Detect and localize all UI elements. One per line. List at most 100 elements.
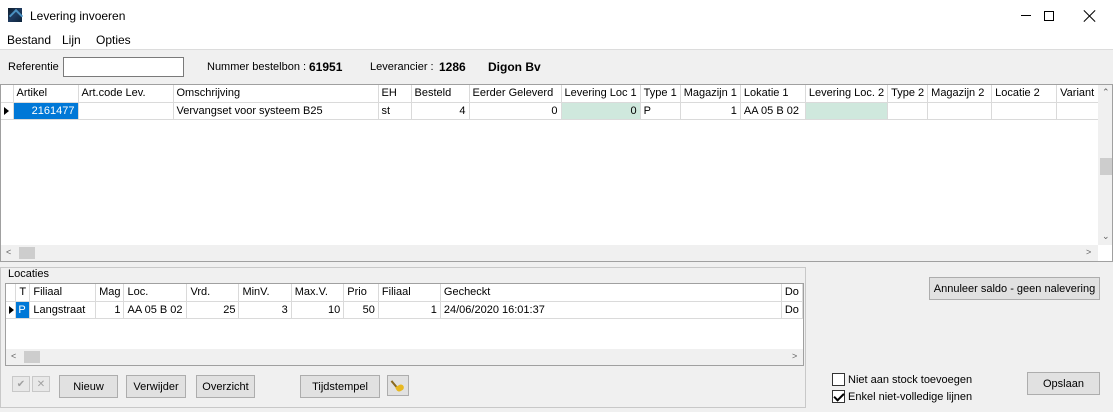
scroll-thumb[interactable]: [24, 351, 40, 363]
cell-locatie-2[interactable]: [991, 102, 1058, 120]
confirm-button[interactable]: ✔: [12, 376, 30, 392]
col-header[interactable]: Type 2: [887, 85, 929, 103]
main-grid-header: Artikel Art.code Lev. Omschrijving EH Be…: [1, 85, 1111, 103]
cell-levering-loc-2[interactable]: [805, 102, 889, 120]
col-header[interactable]: Vrd.: [186, 284, 240, 302]
tijdstempel-button[interactable]: Tijdstempel: [300, 375, 380, 398]
cell-magazijn-2[interactable]: [927, 102, 993, 120]
enkel-niet-volledige-option[interactable]: Enkel niet-volledige lijnen: [832, 390, 972, 403]
cell-vrd[interactable]: 25: [186, 301, 240, 319]
cell-eerder-geleverd[interactable]: 0: [469, 102, 562, 120]
col-header[interactable]: Filiaal: [29, 284, 97, 302]
cell-omschrijving[interactable]: Vervangset voor systeem B25: [173, 102, 379, 120]
bestelbon-label: Nummer bestelbon :: [207, 61, 307, 73]
col-header[interactable]: Gecheckt: [440, 284, 782, 302]
col-header[interactable]: T: [15, 284, 31, 302]
row-indicator: [6, 301, 17, 319]
col-header[interactable]: MinV.: [238, 284, 292, 302]
cell-prio[interactable]: 50: [343, 301, 379, 319]
scroll-thumb[interactable]: [19, 247, 35, 259]
col-header[interactable]: Omschrijving: [173, 85, 379, 103]
cell-artikel[interactable]: 2161477: [13, 102, 79, 120]
col-header[interactable]: Magazijn 2: [927, 85, 993, 103]
referentie-input[interactable]: [63, 57, 184, 77]
col-header[interactable]: Art.code Lev.: [78, 85, 174, 103]
scroll-up-icon[interactable]: ⌃: [1102, 87, 1110, 98]
cell-filiaal-nr[interactable]: 1: [378, 301, 441, 319]
cell-type-2[interactable]: [887, 102, 929, 120]
col-header[interactable]: Type 1: [640, 85, 681, 103]
cell-eh[interactable]: st: [378, 102, 412, 120]
col-header[interactable]: Locatie 2: [991, 85, 1058, 103]
referentie-label: Referentie: [8, 61, 59, 73]
col-header[interactable]: Besteld: [411, 85, 470, 103]
col-header[interactable]: Loc.: [123, 284, 188, 302]
cell-do[interactable]: Do: [781, 301, 803, 319]
col-header[interactable]: Prio: [343, 284, 379, 302]
current-row-icon: [4, 106, 9, 115]
menu-bar: Bestand Lijn Opties: [0, 31, 1113, 50]
cancel-button[interactable]: ✕: [32, 376, 50, 392]
scroll-right-icon[interactable]: >: [1086, 247, 1091, 257]
col-header[interactable]: Do: [781, 284, 803, 302]
cell-art-code-lev[interactable]: [78, 102, 174, 120]
main-grid-hscroll[interactable]: < >: [1, 245, 1098, 261]
overzicht-button[interactable]: Overzicht: [196, 375, 255, 398]
cell-filiaal[interactable]: Langstraat: [29, 301, 97, 319]
locaties-group-label: Locaties: [8, 268, 49, 280]
enkel-niet-volledige-checkbox[interactable]: [832, 390, 845, 403]
cell-gecheckt[interactable]: 24/06/2020 16:01:37: [440, 301, 782, 319]
table-row[interactable]: P Langstraat 1 AA 05 B 02 25 3 10 50 1 2…: [6, 301, 803, 319]
niet-aan-stock-checkbox[interactable]: [832, 373, 845, 386]
close-button[interactable]: [1067, 0, 1113, 31]
scroll-down-icon[interactable]: ⌄: [1102, 231, 1110, 242]
scroll-left-icon[interactable]: <: [6, 247, 11, 257]
bestelbon-number: 61951: [309, 60, 343, 74]
menu-lijn[interactable]: Lijn: [62, 33, 81, 47]
locaties-grid-hscroll[interactable]: < >: [6, 349, 803, 365]
cell-type-1[interactable]: P: [640, 102, 681, 120]
main-grid-vscroll[interactable]: ⌃ ⌄: [1098, 85, 1112, 245]
cell-mag[interactable]: 1: [95, 301, 125, 319]
main-grid[interactable]: Artikel Art.code Lev. Omschrijving EH Be…: [0, 84, 1113, 262]
col-header[interactable]: Filiaal: [378, 284, 441, 302]
scroll-thumb[interactable]: [1100, 158, 1112, 175]
cell-levering-loc-1[interactable]: 0: [561, 102, 641, 120]
niet-aan-stock-option[interactable]: Niet aan stock toevoegen: [832, 373, 972, 386]
scroll-right-icon[interactable]: >: [792, 351, 797, 361]
col-header[interactable]: Mag: [95, 284, 125, 302]
locaties-grid[interactable]: T Filiaal Mag Loc. Vrd. MinV. Max.V. Pri…: [5, 283, 804, 366]
cell-loc[interactable]: AA 05 B 02: [123, 301, 188, 319]
broom-icon: [392, 380, 404, 392]
scroll-left-icon[interactable]: <: [11, 351, 16, 361]
cell-lokatie-1[interactable]: AA 05 B 02: [740, 102, 806, 120]
col-header[interactable]: Max.V.: [291, 284, 345, 302]
annuleer-saldo-button[interactable]: Annuleer saldo - geen nalevering: [929, 277, 1100, 300]
col-header[interactable]: Eerder Geleverd: [469, 85, 562, 103]
cell-magazijn-1[interactable]: 1: [680, 102, 741, 120]
nieuw-button[interactable]: Nieuw: [59, 375, 118, 398]
col-header[interactable]: Artikel: [13, 85, 79, 103]
verwijder-button[interactable]: Verwijder: [126, 375, 186, 398]
clear-button[interactable]: [387, 375, 409, 396]
col-header[interactable]: Lokatie 1: [740, 85, 806, 103]
cell-minv[interactable]: 3: [238, 301, 292, 319]
col-header[interactable]: EH: [378, 85, 412, 103]
cell-maxv[interactable]: 10: [291, 301, 345, 319]
leverancier-label: Leverancier :: [370, 61, 434, 73]
leverancier-name: Digon Bv: [488, 60, 541, 74]
window-title: Levering invoeren: [30, 9, 126, 23]
cell-besteld[interactable]: 4: [411, 102, 470, 120]
col-header[interactable]: Levering Loc. 2: [805, 85, 889, 103]
col-header[interactable]: Magazijn 1: [680, 85, 741, 103]
check-icon: ✔: [16, 378, 26, 390]
cell-t[interactable]: P: [15, 301, 31, 319]
row-indicator: [1, 102, 14, 120]
maximize-button[interactable]: [1026, 0, 1072, 31]
table-row[interactable]: 2161477 Vervangset voor systeem B25 st 4…: [1, 102, 1111, 120]
row-indicator-header: [6, 284, 17, 302]
menu-bestand[interactable]: Bestand: [7, 33, 51, 47]
opslaan-button[interactable]: Opslaan: [1027, 372, 1100, 395]
menu-opties[interactable]: Opties: [96, 33, 131, 47]
col-header[interactable]: Levering Loc 1: [561, 85, 641, 103]
